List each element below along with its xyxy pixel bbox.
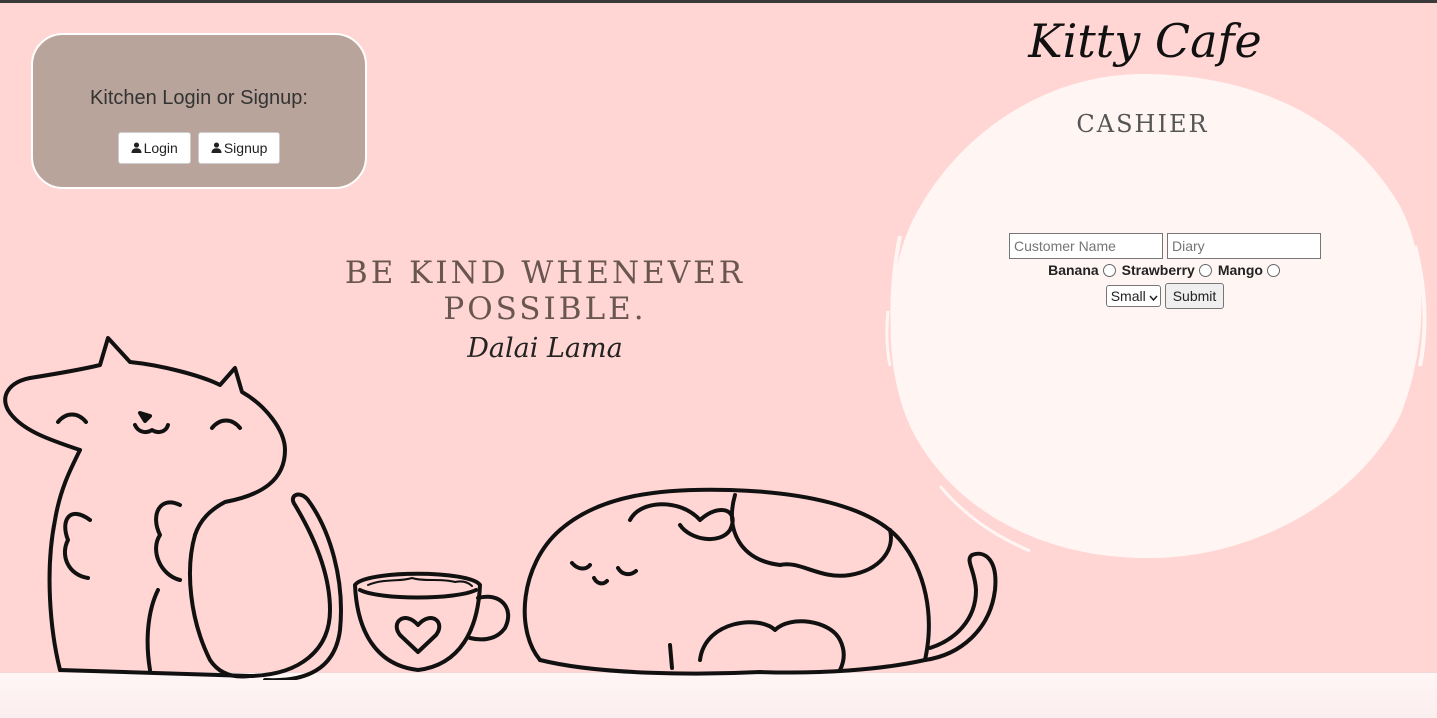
diary-input[interactable]	[1167, 233, 1321, 259]
flavor-label-strawberry: Strawberry	[1121, 262, 1195, 278]
flavor-row: Banana Strawberry Mango	[980, 262, 1350, 278]
size-select[interactable]: Small	[1105, 285, 1161, 307]
signup-button-label: Signup	[223, 140, 268, 156]
mango-radio[interactable]	[1266, 263, 1280, 277]
cats-illustration	[3, 336, 998, 680]
kitchen-login-card: Kitchen Login or Signup: Login Signup	[31, 33, 367, 189]
chevron-down-icon	[1149, 288, 1158, 304]
cup-drawing	[353, 571, 511, 672]
lying-cat	[522, 487, 998, 676]
window-top-edge	[0, 0, 1437, 3]
submit-button[interactable]: Submit	[1164, 283, 1225, 309]
flavor-label-mango: Mango	[1217, 262, 1263, 278]
name-row	[980, 233, 1350, 259]
kitchen-button-row: Login Signup	[33, 132, 365, 164]
order-form: Banana Strawberry Mango Small Submit	[980, 233, 1350, 309]
login-button-label: Login	[143, 140, 178, 156]
user-icon	[131, 140, 142, 156]
signup-button[interactable]: Signup	[197, 132, 281, 164]
banana-radio[interactable]	[1102, 263, 1116, 277]
login-button[interactable]: Login	[117, 132, 191, 164]
strawberry-radio[interactable]	[1198, 263, 1212, 277]
brand-title: Kitty Cafe	[1028, 14, 1262, 68]
user-icon	[211, 140, 222, 156]
quote-text: BE KIND WHENEVER POSSIBLE.	[344, 255, 746, 327]
sitting-cat	[3, 336, 343, 680]
customer-name-input[interactable]	[1009, 233, 1163, 259]
flavor-label-banana: Banana	[1048, 262, 1099, 278]
size-select-value: Small	[1110, 288, 1146, 304]
size-row: Small Submit	[980, 283, 1350, 309]
cashier-title: CASHIER	[1076, 110, 1209, 138]
kitchen-login-title: Kitchen Login or Signup:	[90, 87, 308, 109]
